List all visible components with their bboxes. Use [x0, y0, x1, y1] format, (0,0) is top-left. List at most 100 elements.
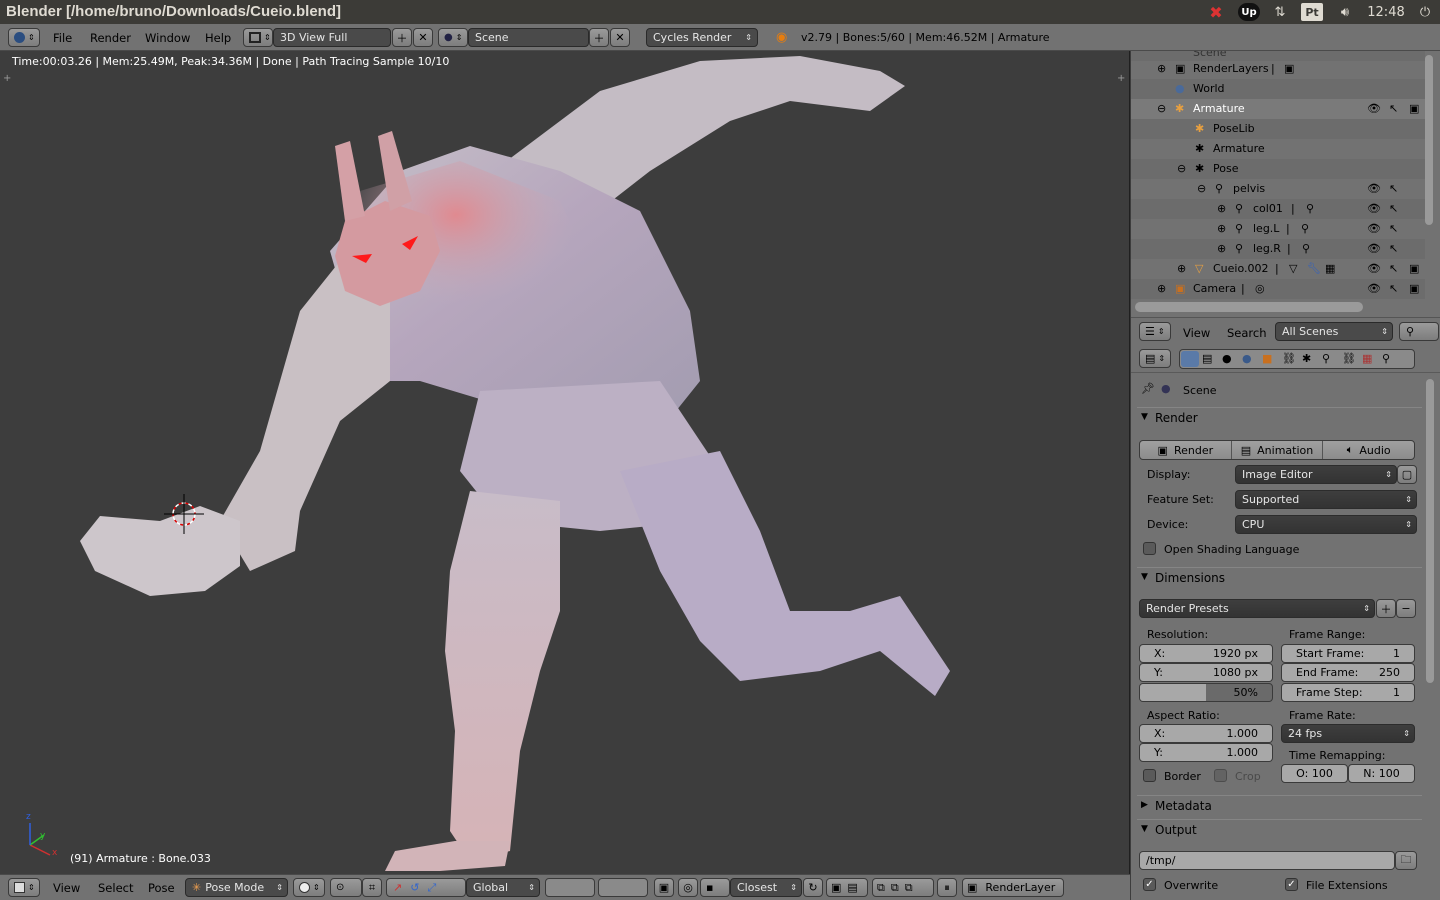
- 3d-viewport[interactable]: Time:00:03.26 | Mem:25.49M, Peak:34.36M …: [0, 51, 1130, 874]
- dropbox-icon[interactable]: ✖: [1206, 3, 1226, 22]
- menu-view[interactable]: View: [1183, 326, 1210, 340]
- output-panel-header[interactable]: ▼ Output: [1137, 819, 1422, 841]
- frame-step-field[interactable]: Frame Step: 1: [1281, 683, 1415, 702]
- outliner-row-leg-r[interactable]: ⊕ ⚲ leg.R | ⚲ 👁︎ ↖: [1131, 239, 1425, 259]
- collapse-icon[interactable]: ⊖: [1197, 182, 1206, 195]
- eye-icon[interactable]: 👁︎: [1367, 262, 1381, 275]
- outliner-row-camera[interactable]: ⊕ ▣ Camera | ◎ 👁︎ ↖ ▣: [1131, 279, 1425, 299]
- outliner-row-armature-data[interactable]: ✱ Armature: [1131, 139, 1425, 159]
- aspect-x-field[interactable]: X: 1.000: [1139, 724, 1273, 743]
- bone-tab[interactable]: ⚲: [1322, 352, 1330, 365]
- object-tab[interactable]: ■: [1262, 352, 1272, 365]
- viewport-shading-button[interactable]: ⇕: [293, 878, 325, 897]
- proportional-edit-button[interactable]: ◎: [678, 878, 698, 897]
- collapse-icon[interactable]: ⊖: [1157, 102, 1166, 115]
- render-button[interactable]: ▣ Render: [1140, 441, 1232, 459]
- eye-icon[interactable]: 👁︎: [1367, 102, 1381, 115]
- render-tab[interactable]: [1181, 351, 1199, 367]
- resolution-percent-slider[interactable]: 50%: [1139, 683, 1273, 702]
- render-layers-tab[interactable]: ▤: [1202, 352, 1212, 365]
- manipulator-toggle[interactable]: ⌗: [362, 878, 382, 897]
- volume-icon[interactable]: 🔊︎: [1333, 3, 1357, 21]
- outliner-row-pose[interactable]: ⊖ ✱ Pose: [1131, 159, 1425, 179]
- eye-icon[interactable]: 👁︎: [1367, 202, 1381, 215]
- screen-layout-field[interactable]: 3D View Full: [273, 28, 391, 47]
- scene-tab[interactable]: ●: [1222, 352, 1232, 365]
- render-buttons[interactable]: ▣ ▤: [826, 878, 868, 897]
- start-frame-field[interactable]: Start Frame: 1: [1281, 644, 1415, 663]
- menu-view[interactable]: View: [53, 881, 80, 895]
- layer-buttons-2[interactable]: [598, 878, 648, 897]
- render-camera-icon[interactable]: ▣: [1409, 262, 1419, 275]
- resolution-y-field[interactable]: Y: 1080 px: [1139, 663, 1273, 682]
- crop-checkbox[interactable]: [1214, 769, 1227, 782]
- menu-file[interactable]: File: [53, 31, 72, 45]
- manipulator-type-buttons[interactable]: ↗ ↺ ⤢: [386, 878, 466, 897]
- remap-new-field[interactable]: N: 100: [1348, 764, 1415, 783]
- select-cursor-icon[interactable]: ↖: [1389, 262, 1398, 275]
- device-dropdown[interactable]: CPU ⇕: [1235, 515, 1417, 534]
- display-mode-dropdown[interactable]: All Scenes ⇕: [1275, 322, 1393, 341]
- expand-icon[interactable]: ⊕: [1217, 202, 1226, 215]
- render-presets-dropdown[interactable]: Render Presets ⇕: [1139, 599, 1375, 618]
- menu-search[interactable]: Search: [1227, 326, 1267, 340]
- render-camera-icon[interactable]: ▣: [1409, 102, 1419, 115]
- menu-help[interactable]: Help: [205, 31, 231, 45]
- menu-pose[interactable]: Pose: [148, 881, 175, 895]
- render-engine-dropdown[interactable]: Cycles Render ⇕: [646, 28, 758, 47]
- snap-target-dropdown[interactable]: Closest ⇕: [730, 878, 802, 897]
- render-panel-header[interactable]: ▼ Render: [1137, 407, 1422, 429]
- editor-type-button[interactable]: ▤ ⇕: [1139, 349, 1171, 368]
- menu-select[interactable]: Select: [98, 881, 133, 895]
- remap-old-field[interactable]: O: 100: [1281, 764, 1348, 783]
- outliner-row-poselib[interactable]: ✱ PoseLib: [1131, 119, 1425, 139]
- layer-buttons-1[interactable]: [545, 878, 595, 897]
- transform-orientation-dropdown[interactable]: Global ⇕: [466, 878, 540, 897]
- expand-icon[interactable]: ⊕: [1217, 242, 1226, 255]
- editor-type-button[interactable]: ⇕: [8, 28, 40, 47]
- snap-align-button[interactable]: ↻: [803, 878, 823, 897]
- expand-icon[interactable]: ⊕: [1157, 282, 1166, 295]
- output-path-field[interactable]: /tmp/: [1139, 851, 1395, 870]
- metadata-panel-header[interactable]: ▶ Metadata: [1137, 795, 1422, 817]
- expand-icon[interactable]: ⊕: [1157, 62, 1166, 75]
- scene-icon-button[interactable]: ● ⇕: [438, 28, 468, 47]
- armature-data-tab[interactable]: ✱: [1302, 352, 1311, 365]
- dimensions-panel-header[interactable]: ▼ Dimensions: [1137, 567, 1422, 589]
- eye-icon[interactable]: 👁︎: [1367, 282, 1381, 295]
- end-frame-field[interactable]: End Frame: 250: [1281, 663, 1415, 682]
- lock-interface-button[interactable]: ▢: [1397, 465, 1417, 484]
- render-layer-field[interactable]: ▣ RenderLayer: [962, 878, 1064, 897]
- editor-type-button[interactable]: ⇕: [8, 878, 40, 897]
- mode-dropdown[interactable]: ✳ Pose Mode ⇕: [185, 878, 288, 897]
- lock-layers-button[interactable]: ▣: [654, 878, 674, 897]
- add-scene-button[interactable]: ＋: [589, 28, 609, 47]
- vertical-scrollbar[interactable]: [1425, 55, 1433, 225]
- browse-folder-button[interactable]: 🗀: [1395, 851, 1417, 870]
- border-checkbox[interactable]: [1143, 769, 1156, 782]
- outliner-row-cueio[interactable]: ⊕ ▽ Cueio.002 | ▽ 🔧︎ ▦ 👁︎ ↖ ▣: [1131, 259, 1425, 279]
- add-layout-button[interactable]: ＋: [392, 28, 412, 47]
- eye-icon[interactable]: 👁︎: [1367, 182, 1381, 195]
- search-button[interactable]: ⚲: [1399, 322, 1439, 341]
- clock[interactable]: 12:48: [1366, 3, 1406, 21]
- audio-button[interactable]: 🔈︎ Audio: [1323, 441, 1414, 459]
- resolution-x-field[interactable]: X: 1920 px: [1139, 644, 1273, 663]
- add-preset-button[interactable]: ＋: [1376, 599, 1396, 618]
- collapse-icon[interactable]: ⊖: [1177, 162, 1186, 175]
- network-icon[interactable]: ⇅: [1270, 3, 1290, 21]
- outliner-row-leg-l[interactable]: ⊕ ⚲ leg.L | ⚲ 👁︎ ↖: [1131, 219, 1425, 239]
- power-icon[interactable]: ⏻: [1416, 3, 1434, 21]
- screen-layout-icon-button[interactable]: ⇕: [243, 28, 273, 47]
- bone-constraint-tab[interactable]: ⛓: [1342, 352, 1356, 365]
- expand-icon[interactable]: ⊕: [1217, 222, 1226, 235]
- render-camera-icon[interactable]: ▣: [1409, 282, 1419, 295]
- properties-scrollbar[interactable]: [1426, 379, 1434, 683]
- pivot-point-button[interactable]: ⊙: [330, 878, 362, 897]
- file-extensions-checkbox[interactable]: ✓: [1285, 878, 1298, 891]
- aspect-y-field[interactable]: Y: 1.000: [1139, 743, 1273, 762]
- menu-window[interactable]: Window: [145, 31, 190, 45]
- physics-tab[interactable]: ⚲: [1382, 352, 1390, 365]
- pin-icon[interactable]: 📌︎: [1141, 382, 1155, 395]
- scene-field[interactable]: Scene: [468, 28, 589, 47]
